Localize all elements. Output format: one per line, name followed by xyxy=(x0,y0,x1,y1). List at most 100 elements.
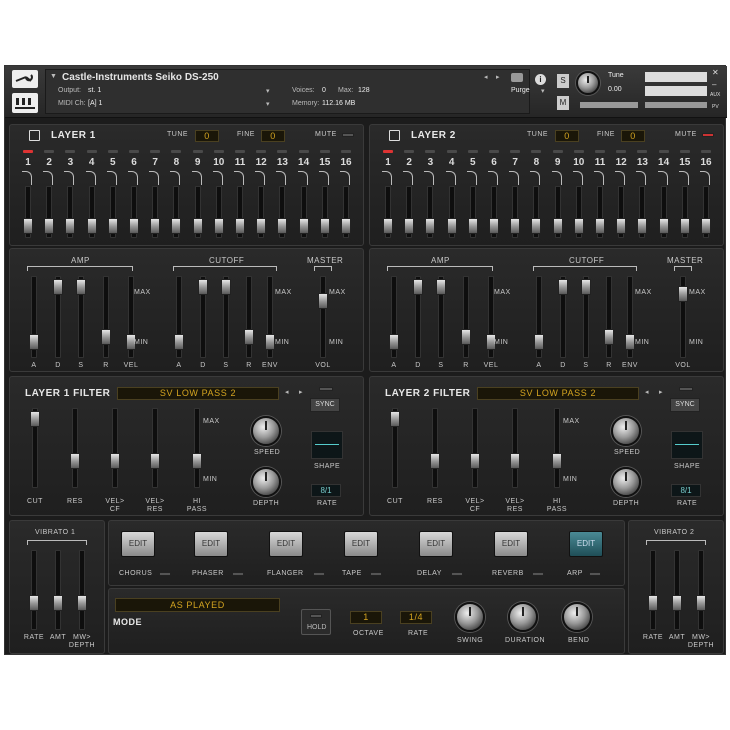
cutoff-d-handle[interactable] xyxy=(198,279,208,296)
instrument-name[interactable]: Castle-Instruments Seiko DS-250 xyxy=(62,72,219,83)
tune-value[interactable]: 0.00 xyxy=(608,86,622,93)
output-dropdown-icon[interactable]: ▾ xyxy=(266,87,270,95)
filter-slider-handle[interactable] xyxy=(110,452,120,469)
step-slider-handle[interactable] xyxy=(467,217,478,234)
arp-edit-button[interactable]: EDIT xyxy=(569,531,603,557)
step-slider-handle[interactable] xyxy=(319,217,330,234)
minimize-icon[interactable]: – xyxy=(712,80,716,89)
filter-1-type[interactable]: SV LOW PASS 2 xyxy=(117,387,279,400)
phaser-toggle[interactable] xyxy=(232,572,244,576)
amp-r-track[interactable] xyxy=(103,276,109,358)
delay-toggle[interactable] xyxy=(451,572,463,576)
step-slider-handle[interactable] xyxy=(383,217,393,234)
lfo-shape-display[interactable] xyxy=(311,431,343,459)
keyboard-icon[interactable] xyxy=(12,93,38,113)
step-slider-handle[interactable] xyxy=(446,217,457,234)
filter-prev-icon[interactable]: ◂ xyxy=(285,388,289,396)
step-slider-handle[interactable] xyxy=(595,217,605,234)
vibrato-slider-handle[interactable] xyxy=(696,594,706,611)
info-icon[interactable]: i xyxy=(535,74,546,85)
sync-toggle[interactable] xyxy=(319,387,333,391)
vibrato-slider-handle[interactable] xyxy=(77,594,87,611)
layer-1-mute-toggle[interactable] xyxy=(342,133,354,137)
filter-slider-track[interactable] xyxy=(194,408,200,488)
vibrato-slider-track[interactable] xyxy=(674,550,680,630)
amp-r-track[interactable] xyxy=(463,276,469,358)
amp-d-handle[interactable] xyxy=(53,279,63,296)
flanger-edit-button[interactable]: EDIT xyxy=(269,531,303,557)
filter-slider-handle[interactable] xyxy=(70,452,80,469)
step-slider-handle[interactable] xyxy=(425,217,436,234)
filter-slider-handle[interactable] xyxy=(30,411,40,428)
tape-edit-button[interactable]: EDIT xyxy=(344,531,378,557)
layer-2-mute-toggle[interactable] xyxy=(702,133,714,137)
arp-rate-value[interactable]: 1/4 xyxy=(400,611,432,624)
tape-toggle[interactable] xyxy=(370,572,382,576)
delay-edit-button[interactable]: EDIT xyxy=(419,531,453,557)
phaser-edit-button[interactable]: EDIT xyxy=(194,531,228,557)
flanger-toggle[interactable] xyxy=(313,572,325,576)
lfo-rate-value[interactable]: 8/1 xyxy=(671,484,701,497)
lfo-rate-value[interactable]: 8/1 xyxy=(311,484,341,497)
cutoff-env-handle[interactable] xyxy=(265,334,275,351)
vibrato-slider-handle[interactable] xyxy=(29,594,39,611)
step-slider-handle[interactable] xyxy=(573,217,584,234)
lfo-depth-knob[interactable] xyxy=(611,467,641,497)
step-slider-handle[interactable] xyxy=(150,217,161,234)
master-tune-knob[interactable] xyxy=(576,71,600,95)
filter-next-icon[interactable]: ▸ xyxy=(659,388,663,396)
filter-slider-handle[interactable] xyxy=(192,452,202,469)
cutoff-s-handle[interactable] xyxy=(581,279,591,296)
layer-2-fine-value[interactable]: 0 xyxy=(621,130,645,142)
filter-slider-track[interactable] xyxy=(472,408,478,488)
vibrato-slider-track[interactable] xyxy=(55,550,61,630)
filter-2-sync-button[interactable]: SYNC xyxy=(670,398,700,412)
step-slider-handle[interactable] xyxy=(701,217,711,234)
step-slider-handle[interactable] xyxy=(213,217,224,234)
amp-a-handle[interactable] xyxy=(29,334,39,351)
step-slider-handle[interactable] xyxy=(637,217,648,234)
chorus-toggle[interactable] xyxy=(159,572,171,576)
output-value[interactable]: st. 1 xyxy=(88,87,101,94)
lfo-shape-display[interactable] xyxy=(671,431,703,459)
sync-toggle[interactable] xyxy=(679,387,693,391)
step-slider-handle[interactable] xyxy=(256,217,267,234)
filter-slider-track[interactable] xyxy=(112,408,118,488)
step-slider-handle[interactable] xyxy=(235,217,245,234)
step-slider-handle[interactable] xyxy=(552,217,563,234)
step-slider-handle[interactable] xyxy=(129,217,139,234)
mute-button[interactable]: M xyxy=(557,96,569,110)
filter-slider-track[interactable] xyxy=(72,408,78,488)
amp-a-handle[interactable] xyxy=(389,334,399,351)
step-slider-handle[interactable] xyxy=(107,217,118,234)
purge-button[interactable]: Purge xyxy=(511,87,530,94)
step-slider-handle[interactable] xyxy=(44,217,55,234)
dice-icon[interactable] xyxy=(389,130,400,141)
step-slider-handle[interactable] xyxy=(23,217,33,234)
purge-dropdown-icon[interactable]: ▾ xyxy=(541,87,545,95)
volume-slider[interactable] xyxy=(580,102,638,108)
amp-r-handle[interactable] xyxy=(101,328,111,345)
lfo-depth-knob[interactable] xyxy=(251,467,281,497)
arp-toggle[interactable] xyxy=(589,572,601,576)
step-slider-handle[interactable] xyxy=(658,217,669,234)
step-slider-handle[interactable] xyxy=(341,217,351,234)
vibrato-slider-track[interactable] xyxy=(698,550,704,630)
step-slider-handle[interactable] xyxy=(65,217,76,234)
step-slider-handle[interactable] xyxy=(171,217,182,234)
step-slider-handle[interactable] xyxy=(298,217,309,234)
hold-button[interactable] xyxy=(301,609,331,635)
master-vol-handle[interactable] xyxy=(678,285,688,302)
prev-instrument-icon[interactable]: ◂ xyxy=(484,73,488,81)
cutoff-env-handle[interactable] xyxy=(625,334,635,351)
filter-slider-handle[interactable] xyxy=(430,452,440,469)
layer-2-tune-value[interactable]: 0 xyxy=(555,130,579,142)
reverb-edit-button[interactable]: EDIT xyxy=(494,531,528,557)
step-slider-handle[interactable] xyxy=(510,217,521,234)
filter-slider-track[interactable] xyxy=(512,408,518,488)
lfo-speed-knob[interactable] xyxy=(251,416,281,446)
vibrato-slider-handle[interactable] xyxy=(53,594,63,611)
filter-slider-handle[interactable] xyxy=(470,452,480,469)
step-slider-handle[interactable] xyxy=(616,217,627,234)
amp-s-handle[interactable] xyxy=(436,279,446,296)
